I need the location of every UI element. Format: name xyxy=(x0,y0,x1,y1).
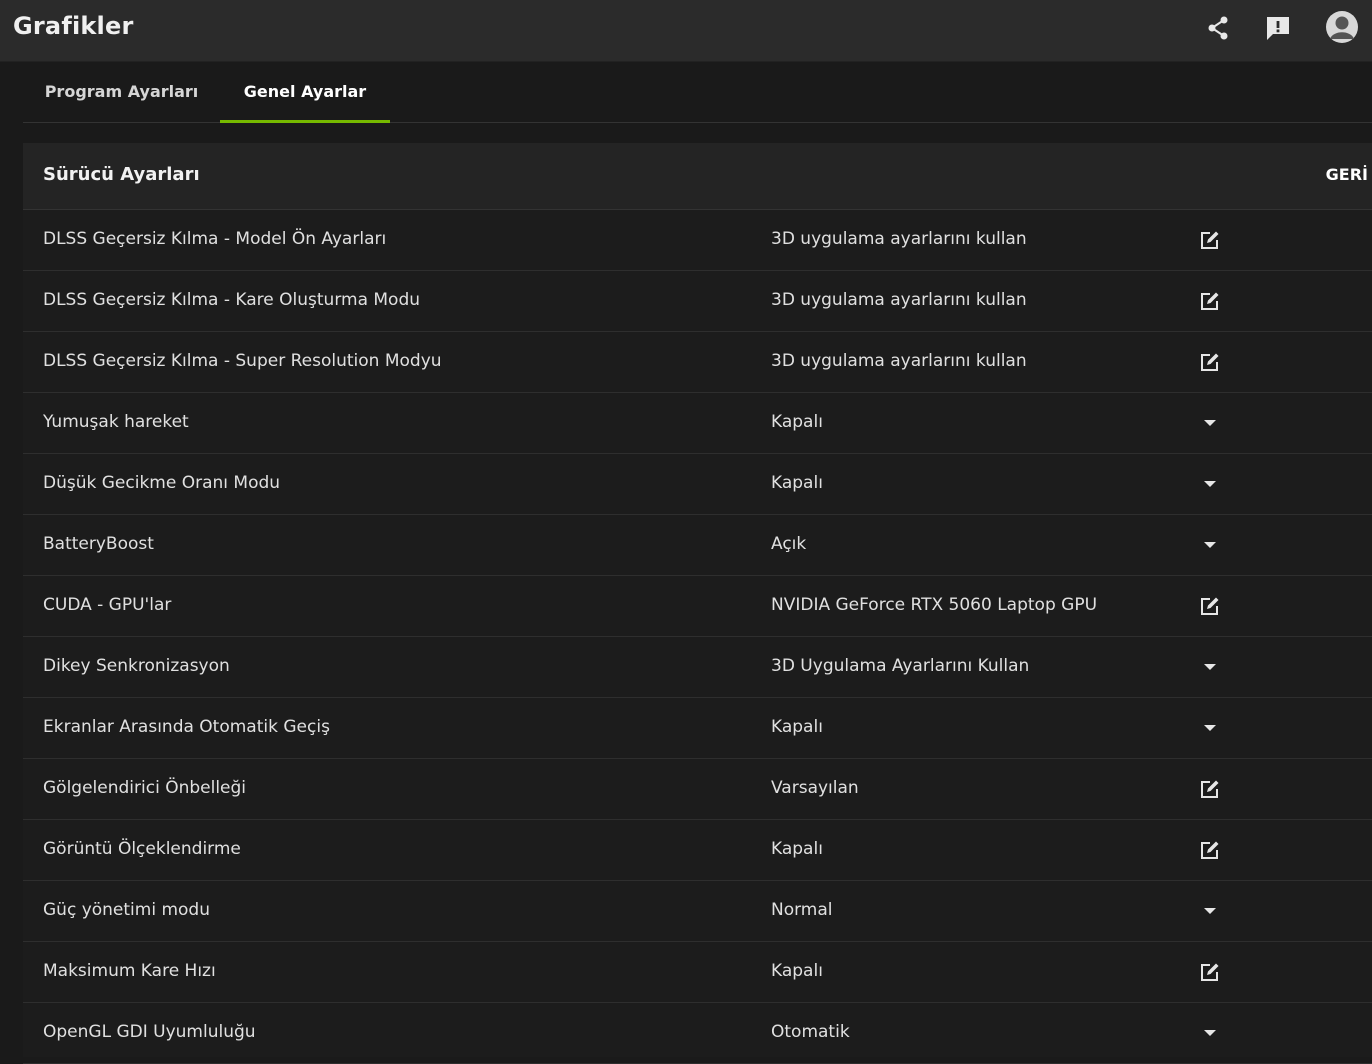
edit-icon[interactable] xyxy=(1197,593,1223,619)
setting-row[interactable]: Maksimum Kare Hızı Kapalı xyxy=(23,942,1372,1003)
setting-label: Maksimum Kare Hızı xyxy=(43,961,216,981)
setting-label: DLSS Geçersiz Kılma - Super Resolution M… xyxy=(43,351,442,371)
setting-value: Kapalı xyxy=(771,961,823,981)
edit-icon[interactable] xyxy=(1197,227,1223,253)
setting-value: NVIDIA GeForce RTX 5060 Laptop GPU xyxy=(771,595,1098,615)
setting-value[interactable]: Normal xyxy=(771,900,833,920)
settings-list: DLSS Geçersiz Kılma - Model Ön Ayarları 3… xyxy=(23,210,1372,1064)
setting-label: Görüntü Ölçeklendirme xyxy=(43,839,241,859)
chevron-down-icon[interactable] xyxy=(1197,410,1223,436)
setting-value[interactable]: Otomatik xyxy=(771,1022,850,1042)
chevron-down-icon[interactable] xyxy=(1197,898,1223,924)
setting-label: Düşük Gecikme Oranı Modu xyxy=(43,473,281,493)
driver-settings-panel: Sürücü Ayarları GERİ DLSS Geçersiz Kılma… xyxy=(23,143,1372,1064)
setting-value: Kapalı xyxy=(771,839,823,859)
setting-label: DLSS Geçersiz Kılma - Model Ön Ayarları xyxy=(43,229,387,249)
setting-value[interactable]: Kapalı xyxy=(771,473,823,493)
tab-program-settings[interactable]: Program Ayarları xyxy=(23,62,220,120)
setting-row[interactable]: Görüntü Ölçeklendirme Kapalı xyxy=(23,820,1372,881)
setting-value: Varsayılan xyxy=(771,778,859,798)
setting-value[interactable]: Kapalı xyxy=(771,412,823,432)
edit-icon[interactable] xyxy=(1197,837,1223,863)
setting-row[interactable]: Ekranlar Arasında Otomatik Geçiş Kapalı xyxy=(23,698,1372,759)
setting-label: BatteryBoost xyxy=(43,534,154,554)
edit-icon[interactable] xyxy=(1197,349,1223,375)
setting-row[interactable]: DLSS Geçersiz Kılma - Super Resolution M… xyxy=(23,332,1372,393)
setting-value[interactable]: 3D Uygulama Ayarlarını Kullan xyxy=(771,656,1029,676)
setting-value: 3D uygulama ayarlarını kullan xyxy=(771,290,1027,310)
tab-global-settings[interactable]: Genel Ayarlar xyxy=(220,62,390,123)
tab-label: Program Ayarları xyxy=(44,81,199,101)
setting-label: OpenGL GDI Uyumluluğu xyxy=(43,1022,256,1042)
edit-icon[interactable] xyxy=(1197,959,1223,985)
restore-button[interactable]: GERİ xyxy=(1326,165,1368,184)
avatar-icon[interactable] xyxy=(1325,10,1359,44)
panel-header: Sürücü Ayarları GERİ xyxy=(23,143,1372,210)
edit-icon[interactable] xyxy=(1197,288,1223,314)
title-bar: Grafikler xyxy=(0,0,1372,62)
tab-bar: Program Ayarları Genel Ayarlar xyxy=(23,62,1372,123)
setting-label: CUDA - GPU'lar xyxy=(43,595,172,615)
setting-row[interactable]: BatteryBoost Açık xyxy=(23,515,1372,576)
app-title: Grafikler xyxy=(13,12,134,40)
setting-row[interactable]: Düşük Gecikme Oranı Modu Kapalı xyxy=(23,454,1372,515)
chevron-down-icon[interactable] xyxy=(1197,715,1223,741)
setting-value[interactable]: Açık xyxy=(771,534,806,554)
setting-row[interactable]: DLSS Geçersiz Kılma - Kare Oluşturma Mod… xyxy=(23,271,1372,332)
setting-row[interactable]: Yumuşak hareket Kapalı xyxy=(23,393,1372,454)
setting-row[interactable]: Dikey Senkronizasyon 3D Uygulama Ayarları… xyxy=(23,637,1372,698)
setting-row[interactable]: OpenGL GDI Uyumluluğu Otomatik xyxy=(23,1003,1372,1064)
setting-value: 3D uygulama ayarlarını kullan xyxy=(771,351,1027,371)
chevron-down-icon[interactable] xyxy=(1197,532,1223,558)
setting-label: Güç yönetimi modu xyxy=(43,900,210,920)
setting-label: DLSS Geçersiz Kılma - Kare Oluşturma Mod… xyxy=(43,290,421,310)
setting-row[interactable]: DLSS Geçersiz Kılma - Model Ön Ayarları 3… xyxy=(23,210,1372,271)
setting-label: Dikey Senkronizasyon xyxy=(43,656,230,676)
tab-label: Genel Ayarlar xyxy=(243,81,367,101)
feedback-icon[interactable] xyxy=(1262,12,1294,44)
edit-icon[interactable] xyxy=(1197,776,1223,802)
chevron-down-icon[interactable] xyxy=(1197,654,1223,680)
setting-label: Ekranlar Arasında Otomatik Geçiş xyxy=(43,717,330,737)
setting-value[interactable]: Kapalı xyxy=(771,717,823,737)
chevron-down-icon[interactable] xyxy=(1197,1020,1223,1046)
setting-label: Yumuşak hareket xyxy=(43,412,189,432)
chevron-down-icon[interactable] xyxy=(1197,471,1223,497)
setting-row[interactable]: CUDA - GPU'lar NVIDIA GeForce RTX 5060 La… xyxy=(23,576,1372,637)
setting-value: 3D uygulama ayarlarını kullan xyxy=(771,229,1027,249)
setting-label: Gölgelendirici Önbelleği xyxy=(43,778,247,798)
share-icon[interactable] xyxy=(1202,12,1234,44)
section-title: Sürücü Ayarları xyxy=(43,164,200,185)
setting-row[interactable]: Gölgelendirici Önbelleği Varsayılan xyxy=(23,759,1372,820)
setting-row[interactable]: Güç yönetimi modu Normal xyxy=(23,881,1372,942)
